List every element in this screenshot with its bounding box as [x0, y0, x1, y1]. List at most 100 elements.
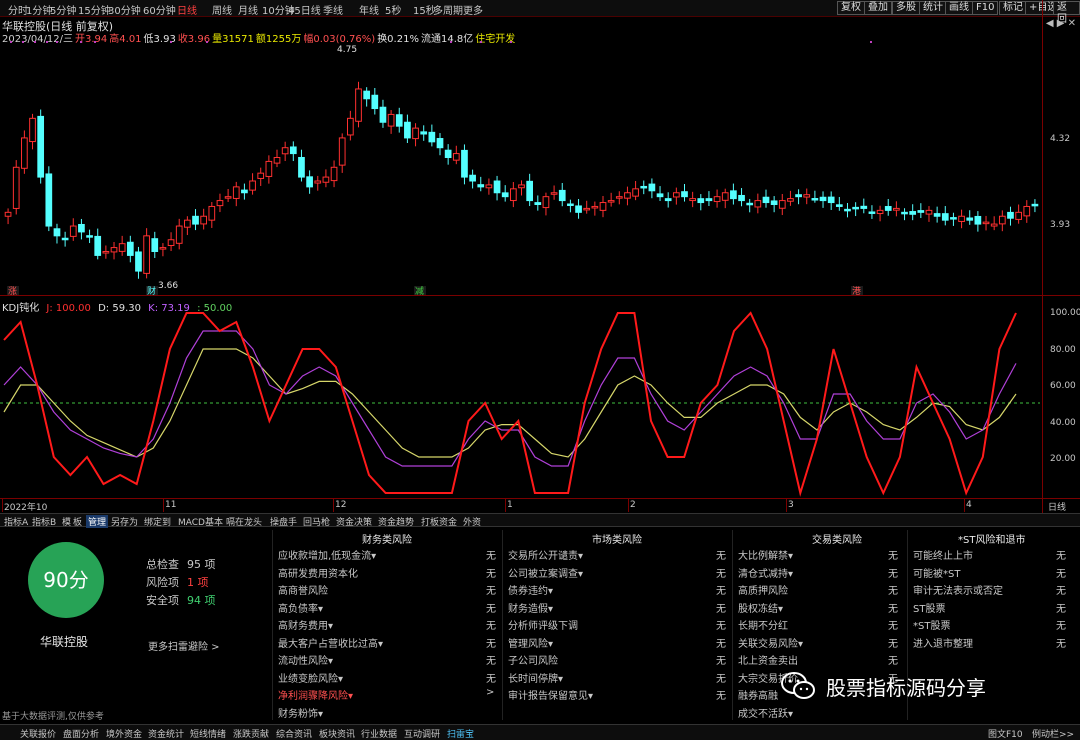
risk-item[interactable]: 可能终止上市	[913, 547, 973, 562]
risk-item[interactable]: 进入退市整理	[913, 635, 973, 650]
risk-item[interactable]: 子公司风险	[508, 652, 558, 667]
period-tab[interactable]: 更多	[463, 2, 483, 17]
risk-item[interactable]: 高财务费用▾	[278, 617, 333, 632]
kdj-chart[interactable]	[0, 305, 1042, 498]
bottom-tab[interactable]: 互动调研	[404, 727, 440, 740]
indicator-tab[interactable]: 板	[73, 515, 82, 528]
risk-item[interactable]: 长时间停牌▾	[508, 670, 563, 685]
risk-item[interactable]: 财务造假▾	[508, 600, 553, 615]
risk-item[interactable]: 应收款增加,低现金流▾	[278, 547, 376, 562]
candle-body	[200, 215, 208, 225]
risk-item[interactable]: 审计无法表示或否定	[913, 582, 1003, 597]
period-tab[interactable]: 5分钟	[50, 2, 76, 17]
bottom-tab[interactable]: 涨跌贡献	[233, 727, 269, 740]
candle-body	[306, 176, 313, 188]
risk-item[interactable]: 业绩变脸风险▾	[278, 670, 343, 685]
period-tab[interactable]: 周线	[212, 2, 232, 17]
risk-item-status: 无	[1056, 638, 1066, 650]
date-tick	[163, 498, 164, 512]
risk-item-status: 无	[1056, 586, 1066, 597]
toolbar-button[interactable]: 画线	[945, 1, 973, 15]
risk-item[interactable]: 成交不活跃▾	[738, 705, 793, 720]
indicator-tab[interactable]: 外资	[463, 515, 481, 528]
status-right-button[interactable]: 图文F10	[988, 727, 1023, 740]
indicator-tab[interactable]: 嗝在龙头	[226, 515, 262, 528]
toolbar-button[interactable]: F10	[972, 1, 999, 15]
risk-item[interactable]: 股权冻结▾	[738, 600, 783, 615]
indicator-tab[interactable]: MACD基本	[178, 515, 223, 528]
risk-item[interactable]: 分析师评级下调	[508, 617, 578, 632]
risk-item[interactable]: 流动性风险▾	[278, 652, 333, 667]
toolbar-button[interactable]: 复权	[837, 1, 865, 15]
risk-item[interactable]: 高负债率▾	[278, 600, 323, 615]
more-scan-link[interactable]: 更多扫雷避险 >	[148, 638, 220, 653]
toolbar-button[interactable]: 多股	[892, 1, 920, 15]
indicator-tab[interactable]: 指标B	[32, 515, 56, 528]
indicator-tab[interactable]: 操盘手	[270, 515, 297, 528]
bottom-tab[interactable]: 行业数据	[361, 727, 397, 740]
status-right-button[interactable]: 例动栏>>	[1032, 727, 1074, 740]
risk-item[interactable]: 公司被立案调查▾	[508, 565, 583, 580]
risk-item[interactable]: 审计报告保留意见▾	[508, 687, 593, 702]
risk-item[interactable]: 财务粉饰▾	[278, 705, 323, 720]
risk-item[interactable]: 关联交易风险▾	[738, 635, 803, 650]
period-tab[interactable]: 多周期	[433, 2, 463, 17]
risk-item[interactable]: 高商誉风险	[278, 582, 328, 597]
indicator-tab[interactable]: 资金趋势	[378, 515, 414, 528]
period-tab[interactable]: 季线	[323, 2, 343, 17]
period-tab[interactable]: 5秒	[385, 2, 401, 17]
bottom-tab[interactable]: 扫雷宝	[447, 727, 474, 740]
period-tab[interactable]: 30分钟	[108, 2, 141, 17]
toolbar-button[interactable]: 叠加	[864, 1, 892, 15]
indicator-tab[interactable]: 资金决策	[336, 515, 372, 528]
bottom-tab[interactable]: 短线情绪	[190, 727, 226, 740]
indicator-tab[interactable]: 另存为	[111, 515, 138, 528]
period-tab[interactable]: 45日线	[288, 2, 321, 17]
indicator-tab[interactable]: 管理	[86, 515, 109, 528]
risk-item[interactable]: ST股票	[913, 600, 945, 615]
period-tab[interactable]: 15分钟	[78, 2, 111, 17]
toolbar-button[interactable]: 返回	[1053, 1, 1080, 25]
candle-body	[998, 215, 1006, 225]
period-tab[interactable]: 日线	[177, 2, 197, 17]
indicator-tab[interactable]: 绑定到	[144, 515, 171, 528]
indicator-axis-label: 100.00	[1050, 308, 1080, 318]
bottom-tab[interactable]: 板块资讯	[319, 727, 355, 740]
indicator-tab[interactable]: 回马枪	[303, 515, 330, 528]
bottom-tab[interactable]: 综合资讯	[276, 727, 312, 740]
period-tab[interactable]: 1分钟	[26, 2, 52, 17]
bottom-tab[interactable]: 盘面分析	[63, 727, 99, 740]
risk-item[interactable]: 清仓式减持▾	[738, 565, 793, 580]
risk-item[interactable]: 最大客户占营收比过高▾	[278, 635, 383, 650]
risk-item[interactable]: 交易所公开谴责▾	[508, 547, 583, 562]
risk-item-status: 无	[716, 656, 726, 667]
risk-item[interactable]: 高研发费用资本化	[278, 565, 358, 580]
bottom-tab[interactable]: 境外资金	[106, 727, 142, 740]
candlestick-chart[interactable]: 4.75 3.66 涨 财 减 港	[0, 40, 1042, 295]
period-tab[interactable]: 月线	[238, 2, 258, 17]
risk-item[interactable]: 北上资金卖出	[738, 652, 798, 667]
period-tab[interactable]: 60分钟	[143, 2, 176, 17]
toolbar-button[interactable]: 标记	[999, 1, 1027, 15]
risk-item[interactable]: 融券高融	[738, 687, 778, 702]
candle-body	[69, 225, 77, 237]
risk-item[interactable]: 长期不分红	[738, 617, 788, 632]
risk-item[interactable]: 债券违约▾	[508, 582, 553, 597]
bottom-tab[interactable]: 关联报价	[20, 727, 56, 740]
period-tab[interactable]: 分时	[8, 2, 28, 17]
indicator-tab[interactable]: 打板资金	[421, 515, 457, 528]
risk-item[interactable]: 管理风险▾	[508, 635, 553, 650]
period-tab[interactable]: 年线	[359, 2, 379, 17]
risk-item[interactable]: 可能被*ST	[913, 565, 960, 580]
indicator-tab[interactable]: 指标A	[4, 515, 28, 528]
risk-item[interactable]: *ST股票	[913, 617, 950, 632]
risk-item[interactable]: 高质押风险	[738, 582, 788, 597]
toolbar-button[interactable]: 统计	[919, 1, 947, 15]
bottom-tab[interactable]: 资金统计	[148, 727, 184, 740]
risk-item[interactable]: 净利润骤降风险▾	[278, 687, 353, 702]
candle-body	[257, 172, 265, 179]
risk-item[interactable]: 大比例解禁▾	[738, 547, 793, 562]
candle-body	[746, 202, 754, 206]
indicator-tab[interactable]: 模	[62, 515, 71, 528]
window-nav-icons[interactable]: ◀ ▶ ✕	[1046, 18, 1076, 29]
